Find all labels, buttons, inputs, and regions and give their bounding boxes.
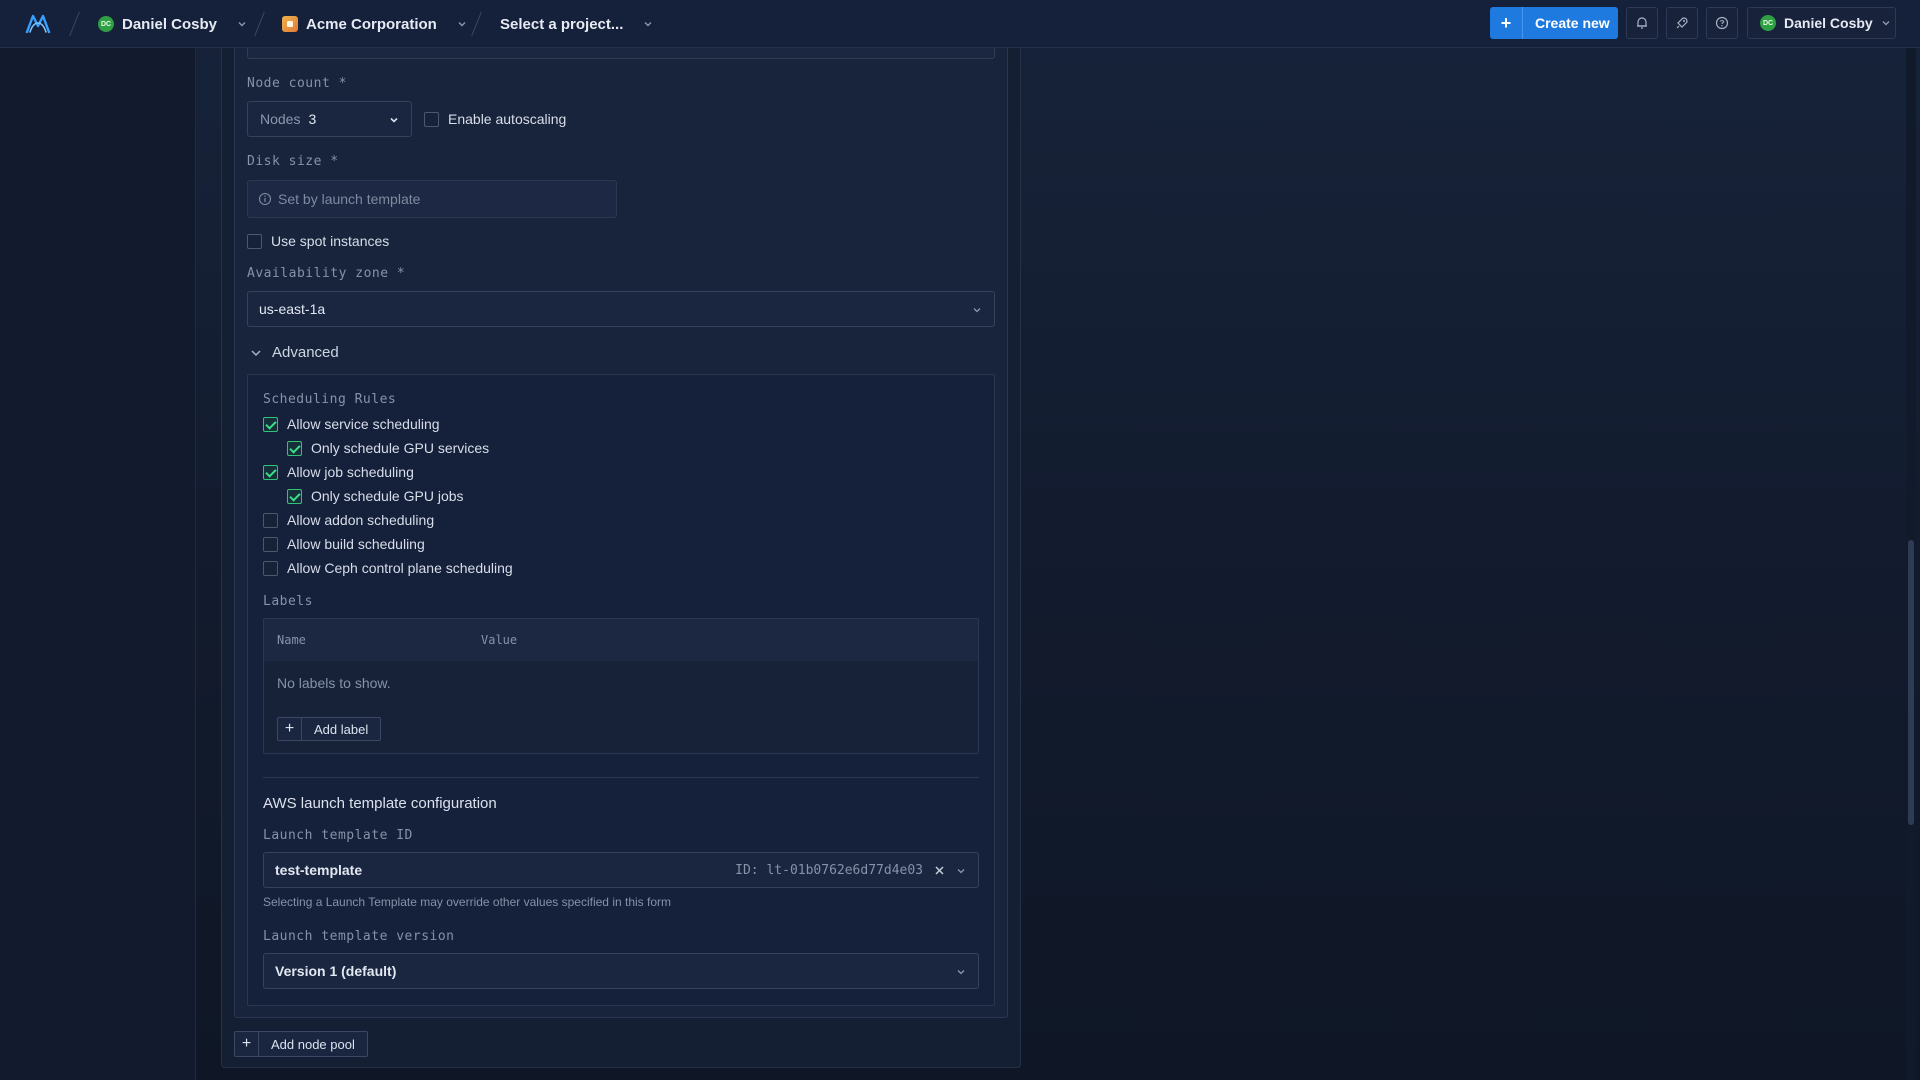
- availability-zone-value: us-east-1a: [259, 301, 326, 317]
- nodes-prefix: Nodes: [260, 111, 301, 127]
- account-name: Daniel Cosby: [1784, 15, 1873, 31]
- rule-label-build: Allow build scheduling: [287, 536, 425, 552]
- breadcrumb-org-name: Acme Corporation: [306, 15, 437, 33]
- rule-checkbox-addon[interactable]: [263, 513, 278, 528]
- aws-launch-template-title: AWS launch template configuration: [263, 795, 497, 812]
- node-count-select[interactable]: Nodes 3: [247, 101, 412, 137]
- help-button[interactable]: [1706, 7, 1738, 39]
- account-menu-button[interactable]: DC Daniel Cosby: [1747, 7, 1896, 39]
- user-avatar: DC: [98, 16, 114, 32]
- labels-table: Name Value No labels to show. + Add labe…: [263, 618, 979, 754]
- node-count-label: Node count *: [247, 76, 347, 91]
- disk-size-label: Disk size *: [247, 154, 339, 169]
- rule-checkbox-build[interactable]: [263, 537, 278, 552]
- availability-zone-select[interactable]: us-east-1a: [247, 291, 995, 327]
- bell-icon: [1637, 17, 1647, 29]
- labels-table-header: Name Value: [264, 619, 978, 661]
- launch-template-id-label: Launch template ID: [263, 828, 413, 843]
- rule-checkbox-job[interactable]: [263, 465, 278, 480]
- left-sidebar: [0, 48, 196, 1080]
- launch-template-name: test-template: [275, 862, 363, 878]
- disk-size-placeholder: Set by launch template: [278, 191, 421, 207]
- rule-label-gpu-jobs: Only schedule GPU jobs: [311, 488, 464, 504]
- rule-checkbox-gpu-services[interactable]: [287, 441, 302, 456]
- labels-empty-message: No labels to show.: [277, 675, 391, 691]
- clear-icon[interactable]: [934, 865, 945, 876]
- chevron-down-icon: [458, 22, 466, 27]
- launch-template-version-value: Version 1 (default): [275, 963, 397, 979]
- labels-title: Labels: [263, 594, 313, 609]
- breadcrumb-organization[interactable]: Acme Corporation: [282, 0, 467, 48]
- chevron-down-icon: [251, 349, 261, 356]
- add-label-button[interactable]: + Add label: [277, 717, 382, 741]
- autoscaling-checkbox[interactable]: [424, 112, 439, 127]
- chevron-down-icon: [644, 22, 652, 27]
- launch-template-hint: Selecting a Launch Template may override…: [263, 895, 671, 909]
- launch-template-id-select[interactable]: test-template ID: lt-01b0762e6d77d4e03: [263, 852, 979, 888]
- create-new-label: Create new: [1535, 15, 1610, 31]
- breadcrumb-separator: [472, 11, 482, 37]
- section-divider: [263, 777, 979, 778]
- breadcrumb-user-name: Daniel Cosby: [122, 15, 218, 33]
- project-selector[interactable]: Select a project...: [500, 0, 653, 48]
- launch-template-id-value: ID: lt-01b0762e6d77d4e03: [735, 863, 923, 878]
- rule-label-service: Allow service scheduling: [287, 416, 440, 432]
- help-circle-icon: [1715, 16, 1729, 30]
- spot-instances-checkbox[interactable]: [247, 234, 262, 249]
- create-new-button[interactable]: + Create new: [1490, 7, 1618, 39]
- add-node-pool-button[interactable]: + Add node pool: [234, 1031, 368, 1057]
- rule-label-gpu-services: Only schedule GPU services: [311, 440, 490, 456]
- chevron-down-icon: [957, 970, 965, 975]
- breadcrumb-separator: [255, 11, 265, 37]
- organization-icon: [282, 16, 298, 32]
- plus-icon: +: [278, 718, 302, 740]
- chevron-down-icon: [957, 869, 965, 874]
- chevron-down-icon: [238, 22, 246, 27]
- rocket-icon: [1676, 17, 1688, 29]
- rule-checkbox-ceph[interactable]: [263, 561, 278, 576]
- breadcrumb-user[interactable]: DC Daniel Cosby: [98, 0, 247, 48]
- advanced-label: Advanced: [272, 344, 339, 361]
- notifications-button[interactable]: [1626, 7, 1658, 39]
- chevron-down-icon: [973, 308, 981, 313]
- plus-icon: +: [1490, 7, 1523, 39]
- rule-checkbox-gpu-jobs[interactable]: [287, 489, 302, 504]
- nodes-value: 3: [308, 111, 317, 127]
- labels-column-name: Name: [277, 633, 306, 647]
- account-avatar: DC: [1760, 15, 1776, 31]
- launch-template-version-label: Launch template version: [263, 929, 455, 944]
- add-label-text: Add label: [314, 721, 369, 737]
- launch-template-version-select[interactable]: Version 1 (default): [263, 953, 979, 989]
- scheduling-rules-title: Scheduling Rules: [263, 392, 397, 407]
- top-navigation: DC Daniel Cosby Acme Corporation Select …: [0, 0, 1920, 48]
- scrollbar-thumb[interactable]: [1908, 540, 1914, 825]
- rule-label-job: Allow job scheduling: [287, 464, 414, 480]
- project-selector-label: Select a project...: [500, 15, 624, 33]
- plus-icon: +: [235, 1032, 259, 1056]
- spot-instances-label: Use spot instances: [271, 233, 390, 249]
- rule-label-ceph: Allow Ceph control plane scheduling: [287, 560, 513, 576]
- chevron-down-icon: [1882, 21, 1890, 26]
- app-logo-icon[interactable]: [24, 12, 52, 36]
- info-icon: [258, 192, 272, 206]
- disk-size-input[interactable]: Set by launch template: [247, 180, 617, 218]
- labels-column-value: Value: [481, 633, 518, 647]
- launch-button[interactable]: [1666, 7, 1698, 39]
- add-node-pool-label: Add node pool: [271, 1036, 355, 1052]
- advanced-toggle[interactable]: Advanced: [250, 344, 339, 361]
- chevron-down-icon: [390, 117, 398, 123]
- availability-zone-label: Availability zone *: [247, 266, 406, 281]
- previous-field-edge: [247, 48, 995, 59]
- breadcrumb-separator: [70, 11, 80, 37]
- rule-checkbox-service[interactable]: [263, 417, 278, 432]
- autoscaling-label: Enable autoscaling: [448, 111, 567, 127]
- rule-label-addon: Allow addon scheduling: [287, 512, 435, 528]
